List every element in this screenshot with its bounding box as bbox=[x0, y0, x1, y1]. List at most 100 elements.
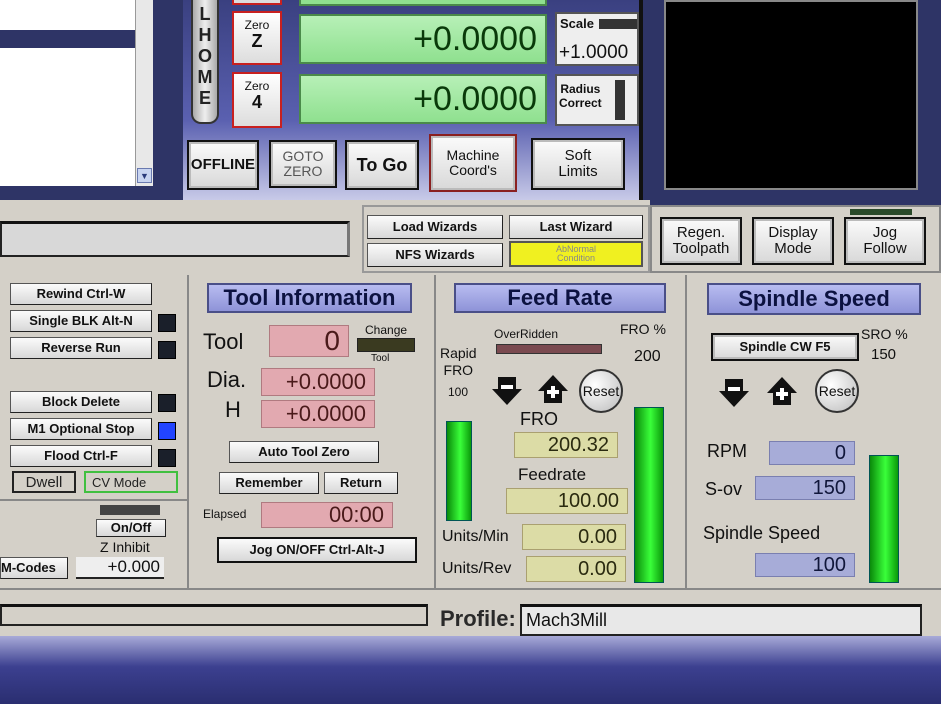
regen-toolpath-button[interactable]: Regen. Toolpath bbox=[660, 217, 742, 265]
spindle-title: Spindle Speed bbox=[707, 283, 921, 315]
dro-panel: L H O M E Zero Z Zero 4 +0.0000 +0.0000 … bbox=[183, 0, 650, 200]
offline-button[interactable]: OFFLINE bbox=[187, 140, 259, 190]
to-go-button[interactable]: To Go bbox=[345, 140, 419, 190]
feedrate-dro[interactable]: 100.00 bbox=[506, 488, 628, 514]
h-dro[interactable]: +0.0000 bbox=[261, 400, 375, 428]
last-wizard-button[interactable]: Last Wizard bbox=[509, 215, 643, 239]
soft-limits-button[interactable]: Soft Limits bbox=[531, 138, 625, 190]
m-codes-button[interactable]: M-Codes bbox=[0, 557, 68, 579]
rapid-fro-value: 100 bbox=[448, 385, 469, 399]
radius-correct-box[interactable]: Radius Correct bbox=[555, 74, 639, 126]
rapid-fro-bar[interactable] bbox=[446, 421, 472, 521]
z-axis-dro[interactable]: +0.0000 bbox=[299, 14, 547, 64]
fro-dro[interactable]: 200.32 bbox=[514, 432, 618, 458]
m1-optional-stop-button[interactable]: M1 Optional Stop bbox=[10, 418, 152, 440]
profile-field: Mach3Mill bbox=[520, 604, 922, 636]
fro-percent-label: FRO % bbox=[620, 321, 666, 337]
rapid-fro-label: Rapid FRO bbox=[440, 345, 477, 378]
dia-label: Dia. bbox=[207, 367, 247, 392]
radius-correct-led bbox=[615, 80, 625, 120]
z-inhibit-value[interactable]: +0.000 bbox=[76, 557, 164, 579]
spindle-speed-label: Spindle Speed bbox=[703, 523, 821, 543]
machine-coords-button[interactable]: Machine Coord's bbox=[429, 134, 517, 192]
scale-led bbox=[599, 19, 637, 29]
scale-label: Scale bbox=[560, 16, 594, 31]
rpm-label: RPM bbox=[707, 441, 747, 461]
dia-dro[interactable]: +0.0000 bbox=[261, 368, 375, 396]
home-label: L H O M E bbox=[191, 0, 219, 124]
reverse-run-button[interactable]: Reverse Run bbox=[10, 337, 152, 359]
mdi-row bbox=[0, 205, 362, 273]
fro-reset-button[interactable]: Reset bbox=[579, 369, 623, 413]
chevron-down-icon[interactable]: ▼ bbox=[137, 168, 152, 183]
spindle-cw-button[interactable]: Spindle CW F5 bbox=[711, 333, 859, 361]
dwell-indicator: Dwell bbox=[12, 471, 76, 493]
change-tool-led bbox=[357, 338, 415, 352]
auto-tool-zero-button[interactable]: Auto Tool Zero bbox=[229, 441, 379, 463]
jog-follow-button[interactable]: Jog Follow bbox=[844, 217, 926, 265]
units-min-dro: 0.00 bbox=[522, 524, 626, 550]
gcode-window[interactable] bbox=[0, 0, 153, 186]
spindle-speed-dro[interactable]: 100 bbox=[755, 553, 855, 577]
overridden-label: OverRidden bbox=[494, 327, 559, 341]
toolpath-panel bbox=[650, 0, 941, 205]
sro-reset-button[interactable]: Reset bbox=[815, 369, 859, 413]
spindle-bar-track bbox=[869, 455, 899, 583]
elapsed-dro: 00:00 bbox=[261, 502, 393, 528]
z-inhibit-section: On/Off Z Inhibit M-Codes +0.000 bbox=[0, 499, 187, 588]
a-axis-dro[interactable]: +0.0000 bbox=[299, 74, 547, 124]
tool-label: Tool bbox=[203, 329, 244, 354]
profile-label: Profile: bbox=[440, 606, 516, 631]
program-controls-panel: Rewind Ctrl-W Single BLK Alt-N Reverse R… bbox=[0, 275, 189, 588]
tool-number-dro[interactable]: 0 bbox=[269, 325, 349, 357]
zero-4-axis: 4 bbox=[251, 91, 262, 112]
change-tool-label: Change bbox=[365, 323, 408, 337]
flood-button[interactable]: Flood Ctrl-F bbox=[10, 445, 152, 467]
fro-down-icon[interactable] bbox=[490, 373, 524, 407]
remember-button[interactable]: Remember bbox=[219, 472, 319, 494]
z-inhibit-led bbox=[100, 505, 160, 515]
nfs-wizards-button[interactable]: NFS Wizards bbox=[367, 243, 503, 267]
gcode-current-line bbox=[0, 30, 136, 48]
load-wizards-button[interactable]: Load Wizards bbox=[367, 215, 503, 239]
z-inhibit-on-off-button[interactable]: On/Off bbox=[96, 519, 166, 537]
status-message-field bbox=[0, 604, 428, 626]
fro-label: FRO bbox=[520, 409, 558, 429]
single-blk-button[interactable]: Single BLK Alt-N bbox=[10, 310, 152, 332]
sro-down-icon[interactable] bbox=[717, 375, 751, 409]
z-inhibit-label: Z Inhibit bbox=[100, 539, 150, 555]
gcode-scrollbar[interactable]: ▼ bbox=[135, 0, 153, 186]
jog-onoff-button[interactable]: Jog ON/OFF Ctrl-Alt-J bbox=[217, 537, 417, 563]
zero-4-top: Zero bbox=[244, 79, 270, 93]
display-mode-button[interactable]: Display Mode bbox=[752, 217, 834, 265]
spindle-bar[interactable] bbox=[869, 455, 899, 583]
m1-optional-stop-led bbox=[158, 422, 176, 440]
fro-up-icon[interactable] bbox=[536, 373, 570, 407]
change-tool-sublabel: Tool bbox=[371, 353, 390, 364]
mdi-input[interactable] bbox=[0, 221, 350, 257]
goto-zero-button[interactable]: GOTO ZERO bbox=[269, 140, 337, 188]
toolpath-display[interactable] bbox=[664, 0, 918, 190]
sro-percent-value: 150 bbox=[871, 346, 897, 363]
zero-top-partial bbox=[232, 0, 282, 5]
zero-z-button[interactable]: Zero Z bbox=[232, 11, 282, 65]
units-rev-label: Units/Rev bbox=[442, 560, 512, 577]
scale-value[interactable]: +1.0000 bbox=[559, 42, 628, 64]
sro-up-icon[interactable] bbox=[765, 375, 799, 409]
fro-percent-value: 200 bbox=[634, 348, 661, 365]
jog-follow-led bbox=[850, 209, 912, 215]
rewind-button[interactable]: Rewind Ctrl-W bbox=[10, 283, 152, 305]
tool-info-panel: Tool Information Tool 0 Change Tool Dia.… bbox=[191, 275, 436, 588]
cv-mode-indicator: CV Mode bbox=[84, 471, 178, 493]
dro-top-partial bbox=[299, 0, 547, 6]
return-button[interactable]: Return bbox=[324, 472, 398, 494]
spindle-panel: Spindle Speed Spindle CW F5 SRO % 150 Re… bbox=[689, 275, 941, 588]
fro-bar[interactable] bbox=[634, 407, 664, 583]
sov-dro[interactable]: 150 bbox=[755, 476, 855, 500]
single-blk-led bbox=[158, 314, 176, 332]
units-min-label: Units/Min bbox=[442, 528, 509, 545]
zero-4-button[interactable]: Zero 4 bbox=[232, 72, 282, 128]
block-delete-button[interactable]: Block Delete bbox=[10, 391, 152, 413]
zero-z-axis: Z bbox=[251, 30, 263, 51]
status-bar: Profile: Mach3Mill bbox=[0, 588, 941, 636]
